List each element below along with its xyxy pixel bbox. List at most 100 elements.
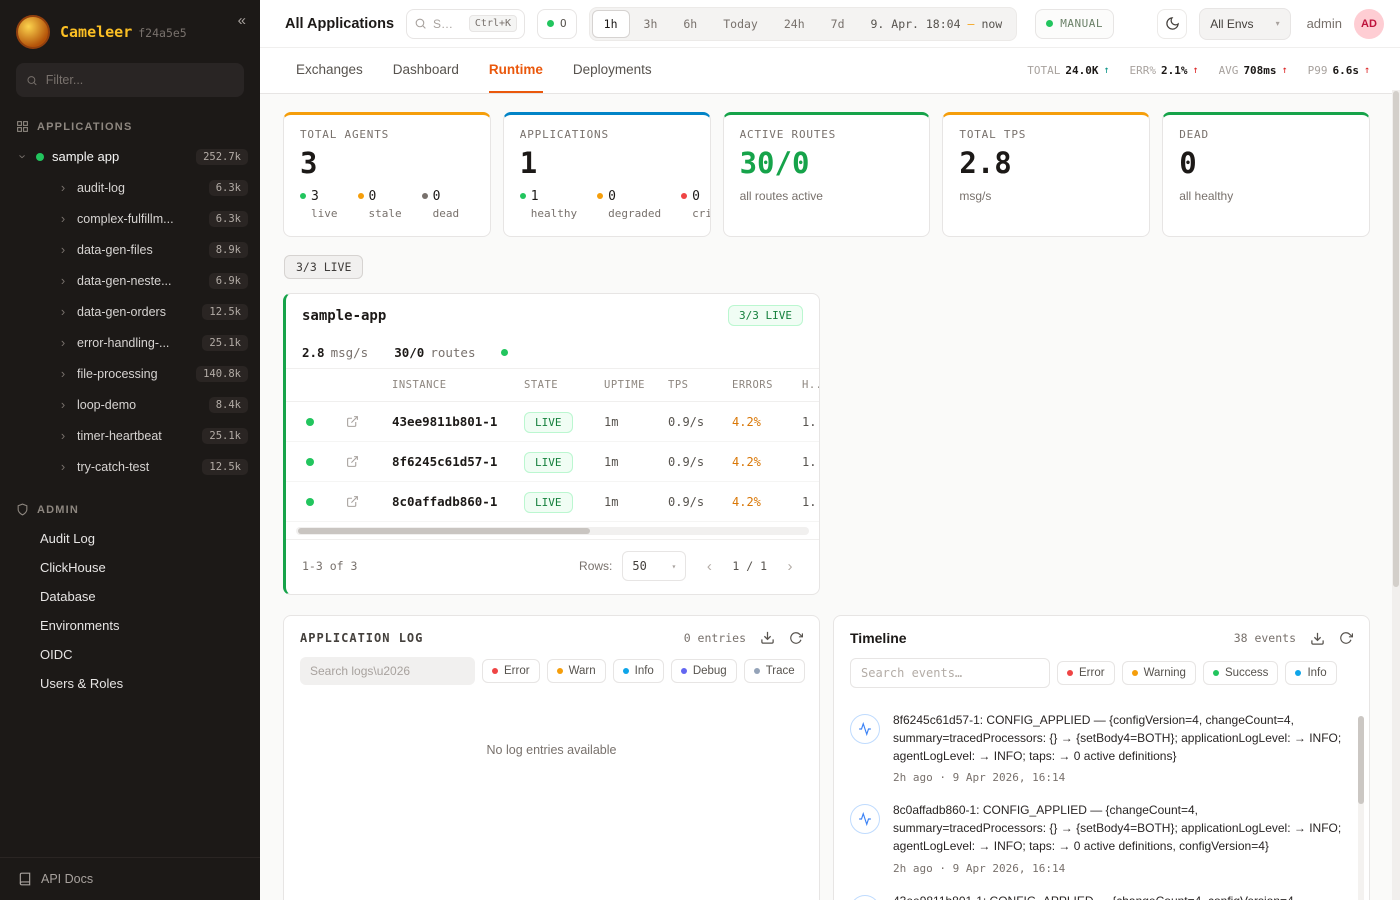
card-label: ACTIVE ROUTES xyxy=(740,128,914,141)
table-row[interactable]: 8f6245c61d57-1 LIVE 1m 0.9/s 4.2% 1... xyxy=(286,442,819,482)
time-range-1h[interactable]: 1h xyxy=(592,10,630,38)
info-dot xyxy=(1295,670,1301,676)
external-link-icon[interactable] xyxy=(334,415,370,428)
online-status-pill[interactable]: O xyxy=(537,9,577,39)
sidebar-collapse-icon[interactable]: « xyxy=(238,12,246,29)
user-avatar[interactable]: AD xyxy=(1354,9,1384,39)
scrollbar-thumb[interactable] xyxy=(1358,716,1364,804)
filter-chip-error[interactable]: Error xyxy=(482,659,540,683)
timeline-event[interactable]: 43ee9811b801-1: CONFIG_APPLIED — {change… xyxy=(850,883,1345,900)
timeline-panel-header: Timeline 38 events xyxy=(834,616,1369,656)
table-row[interactable]: 43ee9811b801-1 LIVE 1m 0.9/s 4.2% 1... xyxy=(286,402,819,442)
time-range-control: 1h 3h 6h Today 24h 7d 9. Apr. 18:04 — no… xyxy=(589,7,1018,41)
sidebar-item-error-handling[interactable]: ›error-handling-...25.1k xyxy=(0,327,260,358)
filter-chip-error[interactable]: Error xyxy=(1057,661,1115,685)
sidebar-item-try-catch-test[interactable]: ›try-catch-test12.5k xyxy=(0,451,260,482)
column-tps: TPS xyxy=(668,379,732,391)
tab-runtime[interactable]: Runtime xyxy=(489,48,543,93)
external-link-icon[interactable] xyxy=(334,455,370,468)
scrollbar-thumb[interactable] xyxy=(1393,91,1399,587)
pagination-controls: Rows: 50 ▾ ‹ 1 / 1 › xyxy=(579,551,803,581)
page-scrollbar[interactable] xyxy=(1392,90,1400,900)
log-panel-header: APPLICATION LOG 0 entries xyxy=(284,616,819,655)
breakdown-degraded: 0 degraded xyxy=(597,189,661,220)
sidebar-item-database[interactable]: Database xyxy=(0,582,260,611)
sidebar-item-timer-heartbeat[interactable]: ›timer-heartbeat25.1k xyxy=(0,420,260,451)
log-search-input[interactable] xyxy=(300,657,475,685)
filter-chip-trace[interactable]: Trace xyxy=(744,659,805,683)
chip-label: Error xyxy=(504,665,530,677)
app-name: sample app xyxy=(52,149,119,164)
sidebar-item-loop-demo[interactable]: ›loop-demo8.4k xyxy=(0,389,260,420)
timeline-search-input[interactable] xyxy=(850,658,1050,688)
summary-stats: TOTAL 24.0K ↑ ERR% 2.1% ↑ AVG 708ms ↑ P9… xyxy=(1027,48,1370,93)
sidebar-item-data-gen-orders[interactable]: ›data-gen-orders12.5k xyxy=(0,296,260,327)
manual-mode-button[interactable]: MANUAL xyxy=(1035,9,1114,39)
date-range-display[interactable]: 9. Apr. 18:04 — now xyxy=(859,17,1015,31)
stat-total: TOTAL 24.0K ↑ xyxy=(1027,64,1109,77)
sidebar-item-data-gen-nested[interactable]: ›data-gen-neste...6.9k xyxy=(0,265,260,296)
filter-input[interactable] xyxy=(46,73,234,87)
sidebar-item-environments[interactable]: Environments xyxy=(0,611,260,640)
filter-chip-warning[interactable]: Warning xyxy=(1122,661,1196,685)
stat-label: AVG xyxy=(1219,64,1239,77)
timeline-event[interactable]: 8c0affadb860-1: CONFIG_APPLIED — {change… xyxy=(850,792,1345,882)
sidebar-item-audit-log-admin[interactable]: Audit Log xyxy=(0,524,260,553)
breakdown-value: 0 xyxy=(369,189,377,204)
tab-dashboard[interactable]: Dashboard xyxy=(393,48,459,93)
sidebar-item-oidc[interactable]: OIDC xyxy=(0,640,260,669)
manual-status-dot xyxy=(1046,20,1053,27)
filter-chip-info[interactable]: Info xyxy=(1285,661,1336,685)
row-range: 1-3 of 3 xyxy=(302,559,357,573)
table-row[interactable]: 8c0affadb860-1 LIVE 1m 0.9/s 4.2% 1... xyxy=(286,482,819,522)
sidebar-item-clickhouse[interactable]: ClickHouse xyxy=(0,553,260,582)
rows-per-page-select[interactable]: 50 ▾ xyxy=(622,551,686,581)
prev-page-button[interactable]: ‹ xyxy=(696,553,722,579)
horizontal-scrollbar[interactable] xyxy=(296,527,809,535)
sidebar-item-file-processing[interactable]: ›file-processing140.8k xyxy=(0,358,260,389)
time-range-6h[interactable]: 6h xyxy=(671,10,709,38)
sidebar-item-users-roles[interactable]: Users & Roles xyxy=(0,669,260,698)
timeline-scrollbar[interactable] xyxy=(1358,716,1364,900)
filter-chip-warn[interactable]: Warn xyxy=(547,659,606,683)
download-icon[interactable] xyxy=(1310,631,1325,646)
download-icon[interactable] xyxy=(760,630,775,645)
card-label: TOTAL TPS xyxy=(959,128,1133,141)
timeline-event[interactable]: 8f6245c61d57-1: CONFIG_APPLIED — {config… xyxy=(850,702,1345,792)
chevron-right-icon: › xyxy=(58,367,68,380)
sidebar-item-data-gen-files[interactable]: ›data-gen-files8.9k xyxy=(0,234,260,265)
environment-select[interactable]: All Envs ▾ xyxy=(1199,8,1290,40)
filter-chip-info[interactable]: Info xyxy=(613,659,664,683)
card-value: 3 xyxy=(300,148,474,180)
tab-exchanges[interactable]: Exchanges xyxy=(296,48,363,93)
event-message: 8c0affadb860-1: CONFIG_APPLIED — {change… xyxy=(893,802,1345,855)
time-range-24h[interactable]: 24h xyxy=(772,10,817,38)
refresh-icon[interactable] xyxy=(1339,631,1353,645)
card-breakdown: 1 healthy 0 degraded 0 critical xyxy=(520,189,694,220)
filter-chip-success[interactable]: Success xyxy=(1203,661,1278,685)
tab-deployments[interactable]: Deployments xyxy=(573,48,652,93)
sidebar-item-sample-app[interactable]: › sample app 252.7k xyxy=(0,141,260,172)
rows-per-page-value: 50 xyxy=(632,559,646,573)
timeline-panel: Timeline 38 events Error Warning Success… xyxy=(833,615,1370,900)
sidebar-item-complex-fulfillment[interactable]: ›complex-fulfillm...6.3k xyxy=(0,203,260,234)
card-total-agents: TOTAL AGENTS 3 3 live 0 stale 0 dead xyxy=(283,112,491,237)
admin-list: Audit Log ClickHouse Database Environmen… xyxy=(0,524,260,698)
event-timestamp: 2h ago · 9 Apr 2026, 16:14 xyxy=(893,771,1345,784)
global-search[interactable]: S… Ctrl+K xyxy=(406,9,525,39)
time-range-7d[interactable]: 7d xyxy=(819,10,857,38)
dark-mode-toggle[interactable] xyxy=(1157,9,1187,39)
scrollbar-thumb[interactable] xyxy=(298,528,590,534)
external-link-icon[interactable] xyxy=(334,495,370,508)
sidebar-filter[interactable] xyxy=(16,63,244,97)
refresh-icon[interactable] xyxy=(789,631,803,645)
time-range-today[interactable]: Today xyxy=(711,10,770,38)
api-docs-link[interactable]: API Docs xyxy=(0,857,260,900)
tps-cell: 0.9/s xyxy=(668,415,732,429)
trend-up-icon: ↑ xyxy=(1282,65,1288,76)
next-page-button[interactable]: › xyxy=(777,553,803,579)
time-range-3h[interactable]: 3h xyxy=(632,10,670,38)
card-value: 1 xyxy=(520,148,694,180)
filter-chip-debug[interactable]: Debug xyxy=(671,659,737,683)
sidebar-item-audit-log[interactable]: ›audit-log6.3k xyxy=(0,172,260,203)
